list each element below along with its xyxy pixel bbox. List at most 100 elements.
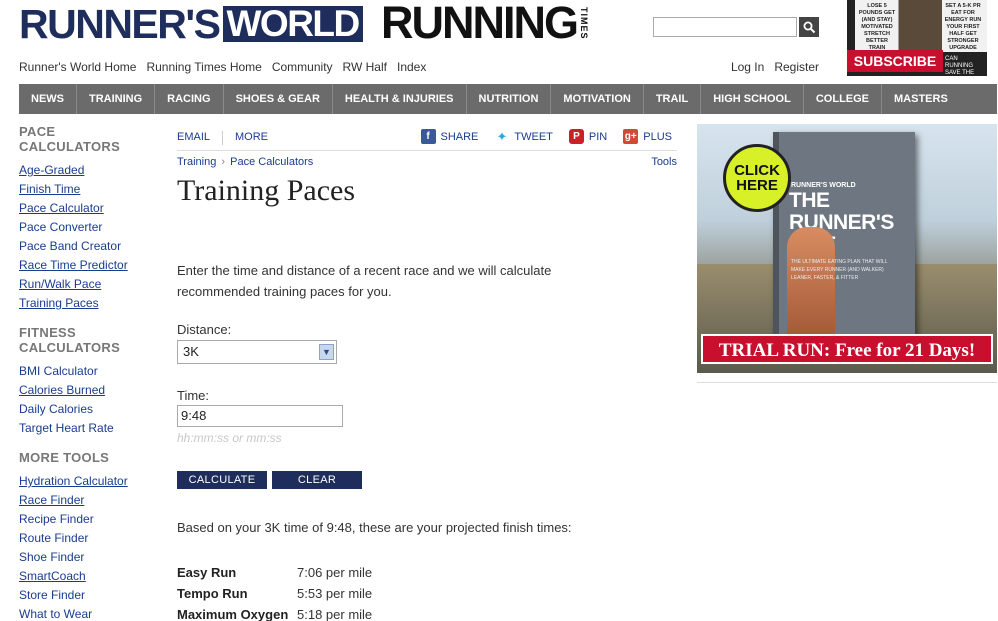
- trial-run-banner[interactable]: TRIAL RUN: Free for 21 Days!: [701, 334, 993, 364]
- pace-name: Maximum Oxygen: [177, 607, 289, 621]
- runners-diet-ad[interactable]: RUNNER'S WORLD THE RUNNER'S DIET THE ULT…: [697, 124, 997, 373]
- sidebar-link-pace-band-creator[interactable]: Pace Band Creator: [19, 237, 159, 256]
- facebook-icon: f: [420, 129, 436, 144]
- google-plus-icon: g+: [623, 129, 639, 144]
- sidebar-link-target-heart-rate[interactable]: Target Heart Rate: [19, 419, 159, 438]
- twitter-tweet-button[interactable]: ✦ TWEET: [494, 129, 553, 144]
- magazine-cover-text-right: SET A 5-K PR EAT FOR ENERGY RUN YOUR FIR…: [944, 3, 982, 58]
- sidebar-group-more-tools: MORE TOOLS Hydration Calculator Race Fin…: [19, 450, 159, 621]
- breadcrumb-pace-calculators[interactable]: Pace Calculators: [230, 156, 313, 168]
- sidebar-link-what-to-wear[interactable]: What to Wear: [19, 605, 159, 621]
- top-link-rt-home[interactable]: Running Times Home: [146, 60, 261, 74]
- logo-rt-text-1: RUNNING: [381, 0, 579, 48]
- nav-trail[interactable]: TRAIL: [644, 84, 702, 114]
- sidebar-link-race-finder[interactable]: Race Finder: [19, 491, 159, 510]
- email-link[interactable]: EMAIL: [177, 131, 210, 145]
- sidebar-link-finish-time[interactable]: Finish Time: [19, 180, 159, 199]
- sidebar-link-pace-calculator[interactable]: Pace Calculator: [19, 199, 159, 218]
- login-link[interactable]: Log In: [731, 60, 764, 74]
- sidebar-group-pace: PACE CALCULATORS Age-Graded Finish Time …: [19, 124, 159, 313]
- table-row: Tempo Run 5:53 per mile: [177, 583, 372, 604]
- page-title: Training Paces: [177, 174, 356, 207]
- sidebar-group-fitness: FITNESS CALCULATORS BMI Calculator Calor…: [19, 325, 159, 438]
- sidebar-link-hydration-calculator[interactable]: Hydration Calculator: [19, 472, 159, 491]
- divider: [697, 382, 997, 383]
- main-content: EMAIL MORE f SHARE ✦ TWEET P PIN g+ PLUS: [177, 124, 677, 621]
- runners-world-logo[interactable]: RUNNER'S WORLD: [19, 1, 363, 47]
- logo-rw-text-1: RUNNER'S: [19, 1, 221, 47]
- top-link-community[interactable]: Community: [272, 60, 333, 74]
- sidebar-link-route-finder[interactable]: Route Finder: [19, 529, 159, 548]
- sidebar-link-daily-calories[interactable]: Daily Calories: [19, 400, 159, 419]
- register-link[interactable]: Register: [774, 60, 819, 74]
- pin-label: PIN: [588, 130, 608, 143]
- more-link[interactable]: MORE: [235, 131, 268, 145]
- share-bar: EMAIL MORE f SHARE ✦ TWEET P PIN g+ PLUS: [177, 124, 677, 151]
- pinterest-pin-button[interactable]: P PIN: [568, 129, 608, 144]
- magazine-tag: CAN RUNNING SAVE THE NCAA?: [945, 56, 975, 76]
- sidebar-link-store-finder[interactable]: Store Finder: [19, 586, 159, 605]
- calculate-button[interactable]: CALCULATE: [177, 471, 267, 489]
- sidebar-link-race-time-predictor[interactable]: Race Time Predictor: [19, 256, 159, 275]
- nav-training[interactable]: TRAINING: [77, 84, 156, 114]
- top-links: Runner's World Home Running Times Home C…: [19, 60, 426, 74]
- nav-nutrition[interactable]: NUTRITION: [467, 84, 552, 114]
- tweet-label: TWEET: [514, 130, 553, 143]
- click-here-badge[interactable]: CLICK HERE: [723, 144, 791, 212]
- sidebar-link-recipe-finder[interactable]: Recipe Finder: [19, 510, 159, 529]
- sidebar-heading: PACE CALCULATORS: [19, 124, 121, 154]
- book-brand: RUNNER'S WORLD: [791, 182, 856, 189]
- distance-select[interactable]: 3K ▼: [177, 340, 337, 364]
- pace-value: 5:18 per mile: [297, 607, 373, 621]
- twitter-icon: ✦: [494, 129, 510, 144]
- nav-masters[interactable]: MASTERS: [882, 84, 960, 114]
- logo-rw-text-2: WORLD: [222, 5, 363, 42]
- nav-high-school[interactable]: HIGH SCHOOL: [701, 84, 804, 114]
- running-times-logo[interactable]: RUNNING TIMES: [381, 0, 589, 48]
- sidebar-link-shoe-finder[interactable]: Shoe Finder: [19, 548, 159, 567]
- sidebar-link-training-paces[interactable]: Training Paces: [19, 294, 159, 313]
- sidebar-link-age-graded[interactable]: Age-Graded: [19, 161, 159, 180]
- sidebar-link-bmi-calculator[interactable]: BMI Calculator: [19, 362, 159, 381]
- nav-health-injuries[interactable]: HEALTH & INJURIES: [333, 84, 467, 114]
- facebook-share-button[interactable]: f SHARE: [420, 129, 479, 144]
- logo-rt-text-2: TIMES: [579, 6, 589, 40]
- nav-college[interactable]: COLLEGE: [804, 84, 883, 114]
- top-link-rw-half[interactable]: RW Half: [343, 60, 387, 74]
- time-label: Time:: [177, 388, 210, 403]
- pace-name: Easy Run: [177, 565, 237, 580]
- distance-label: Distance:: [177, 322, 232, 337]
- runner-image: [787, 227, 835, 337]
- chevron-down-icon: ▼: [319, 344, 334, 360]
- sidebar-link-pace-converter[interactable]: Pace Converter: [19, 218, 159, 237]
- magazine-subscribe-promo[interactable]: LOSE 5 POUNDS GET (AND STAY) MOTIVATED S…: [847, 0, 987, 76]
- result-text: Based on your 3K time of 9:48, these are…: [177, 520, 572, 535]
- search-input[interactable]: [653, 17, 797, 37]
- breadcrumb-training[interactable]: Training: [177, 156, 216, 168]
- tools-link[interactable]: Tools: [651, 156, 677, 168]
- sidebar-link-calories-burned[interactable]: Calories Burned: [19, 381, 159, 400]
- pace-value: 7:06 per mile: [297, 565, 373, 580]
- nav-shoes-gear[interactable]: SHOES & GEAR: [224, 84, 333, 114]
- plus-label: PLUS: [643, 130, 672, 143]
- sidebar: PACE CALCULATORS Age-Graded Finish Time …: [19, 124, 159, 621]
- top-link-index[interactable]: Index: [397, 60, 426, 74]
- pinterest-icon: P: [568, 129, 584, 144]
- sidebar-link-run-walk-pace[interactable]: Run/Walk Pace: [19, 275, 159, 294]
- account-links: Log In Register: [731, 60, 819, 74]
- table-row: Easy Run 7:06 per mile: [177, 562, 372, 583]
- nav-motivation[interactable]: MOTIVATION: [551, 84, 644, 114]
- google-plus-button[interactable]: g+ PLUS: [623, 129, 672, 144]
- table-row: Maximum Oxygen 5:18 per mile: [177, 604, 372, 621]
- share-label: SHARE: [440, 130, 479, 143]
- nav-racing[interactable]: RACING: [155, 84, 224, 114]
- sidebar-link-smartcoach[interactable]: SmartCoach: [19, 567, 159, 586]
- pace-value: 5:53 per mile: [297, 586, 373, 601]
- time-input[interactable]: 9:48: [177, 405, 343, 427]
- search-button[interactable]: [799, 17, 819, 37]
- top-link-rw-home[interactable]: Runner's World Home: [19, 60, 136, 74]
- subscribe-button[interactable]: SUBSCRIBE: [847, 50, 943, 72]
- book-cover: RUNNER'S WORLD THE RUNNER'S DIET THE ULT…: [773, 132, 915, 340]
- nav-news[interactable]: NEWS: [19, 84, 77, 114]
- clear-button[interactable]: CLEAR: [272, 471, 362, 489]
